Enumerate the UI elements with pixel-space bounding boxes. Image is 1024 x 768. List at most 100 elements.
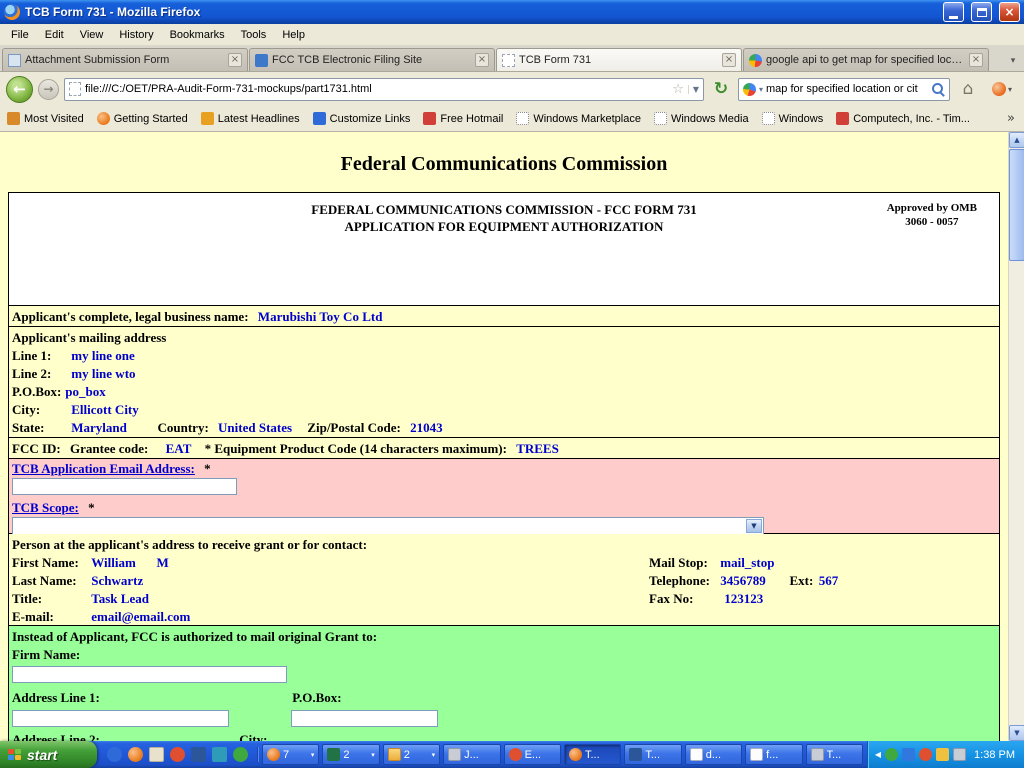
- tray-icon[interactable]: [919, 748, 932, 761]
- internet-explorer-icon[interactable]: [107, 747, 122, 762]
- taskbar-window-button[interactable]: f...: [745, 744, 802, 765]
- bookmark-windows-media[interactable]: Windows Media: [654, 112, 749, 125]
- tcb-scope-select[interactable]: ▼: [12, 517, 764, 535]
- menu-tools[interactable]: Tools: [233, 26, 275, 44]
- tab-bar: Attachment Submission Form × FCC TCB Ele…: [0, 46, 1024, 72]
- taskbar-group-excel[interactable]: 2 ▾: [322, 744, 379, 765]
- search-box[interactable]: ▾: [738, 78, 950, 101]
- word-icon[interactable]: [191, 747, 206, 762]
- forward-button[interactable]: →: [38, 79, 59, 100]
- grant-mailing-heading: Instead of Applicant, FCC is authorized …: [12, 628, 996, 646]
- menu-file[interactable]: File: [3, 26, 37, 44]
- back-button[interactable]: ←: [6, 76, 33, 103]
- start-button[interactable]: start: [0, 741, 97, 768]
- minimize-button[interactable]: [943, 2, 964, 22]
- tray-icon[interactable]: [936, 748, 949, 761]
- grant-pobox-input[interactable]: [291, 710, 438, 727]
- menu-edit[interactable]: Edit: [37, 26, 72, 44]
- taskbar-window-button[interactable]: d...: [685, 744, 742, 765]
- taskbar-window-button[interactable]: T...: [806, 744, 863, 765]
- bookmark-getting-started[interactable]: Getting Started: [97, 112, 188, 125]
- taskbar-window-button[interactable]: T...: [624, 744, 681, 765]
- url-input[interactable]: [85, 83, 668, 95]
- bookmark-windows[interactable]: Windows: [762, 112, 824, 125]
- dropdown-arrow-icon[interactable]: ▼: [746, 519, 762, 533]
- menu-view[interactable]: View: [72, 26, 112, 44]
- menu-history[interactable]: History: [111, 26, 161, 44]
- country-value: United States: [218, 420, 292, 435]
- tab-label: FCC TCB Electronic Filing Site: [272, 54, 471, 66]
- zip-value: 21043: [410, 420, 443, 435]
- history-icon: [7, 112, 20, 125]
- tab-google-api-map[interactable]: google api to get map for specified loca…: [743, 48, 989, 71]
- tab-close-icon[interactable]: ×: [722, 53, 736, 67]
- scrollbar-thumb[interactable]: [1009, 149, 1024, 261]
- tab-list-dropdown-icon[interactable]: ▾: [1004, 51, 1022, 71]
- tab-close-icon[interactable]: ×: [228, 53, 242, 67]
- default-bookmark-icon: [516, 112, 529, 125]
- taskbar-group-browser[interactable]: 7 ▾: [262, 744, 319, 765]
- state-value: Maryland: [71, 419, 154, 437]
- bookmark-most-visited[interactable]: Most Visited: [7, 112, 84, 125]
- home-button[interactable]: ⌂: [955, 76, 981, 102]
- search-input[interactable]: [766, 83, 928, 95]
- search-engine-dropdown-icon[interactable]: ▾: [759, 85, 763, 94]
- bookmark-label: Computech, Inc. - Tim...: [853, 113, 970, 125]
- reload-button[interactable]: ↻: [709, 77, 733, 101]
- contact-right-column: Mail Stop: mail_stop Telephone: 3456789 …: [649, 554, 838, 608]
- taskbar-window-button[interactable]: E...: [504, 744, 561, 765]
- menu-help[interactable]: Help: [274, 26, 313, 44]
- middle-initial-value: M: [157, 555, 169, 570]
- address-line1-input[interactable]: [12, 710, 229, 727]
- tab-close-icon[interactable]: ×: [475, 53, 489, 67]
- bookmarks-overflow-chevron-icon[interactable]: »: [1005, 111, 1017, 126]
- books-icon[interactable]: [170, 747, 185, 762]
- media-player-icon[interactable]: [212, 747, 227, 762]
- tray-icon[interactable]: [902, 748, 915, 761]
- tray-icon[interactable]: [885, 748, 898, 761]
- tab-close-icon[interactable]: ×: [969, 53, 983, 67]
- clock[interactable]: 1:38 PM: [970, 749, 1015, 761]
- tab-tcb-form-731[interactable]: TCB Form 731 ×: [496, 48, 742, 71]
- menu-bookmarks[interactable]: Bookmarks: [162, 26, 233, 44]
- bookmark-customize-links[interactable]: Customize Links: [313, 112, 411, 125]
- fcc-form-731: FEDERAL COMMUNICATIONS COMMISSION - FCC …: [8, 192, 1000, 741]
- taskbar-button-label: T...: [827, 749, 858, 761]
- scroll-down-icon[interactable]: ▼: [1009, 725, 1024, 741]
- hide-icons-chevron-icon[interactable]: ◀: [875, 750, 881, 759]
- firm-name-input[interactable]: [12, 666, 287, 683]
- address-bar[interactable]: ☆ ▼: [64, 78, 704, 101]
- toolbar-extension-button[interactable]: ▾: [986, 77, 1018, 101]
- bookmark-star-icon[interactable]: ☆: [672, 82, 684, 97]
- taskbar-group-folders[interactable]: 2 ▾: [383, 744, 440, 765]
- url-history-dropdown-icon[interactable]: ▼: [688, 85, 699, 94]
- firefox-icon[interactable]: [128, 747, 143, 762]
- tcb-email-input[interactable]: [12, 478, 237, 495]
- tray-icon[interactable]: [953, 748, 966, 761]
- bookmark-latest-headlines[interactable]: Latest Headlines: [201, 112, 300, 125]
- bookmark-windows-marketplace[interactable]: Windows Marketplace: [516, 112, 641, 125]
- line2-value: my line wto: [71, 366, 135, 381]
- address-line1-label: Address Line 1:: [12, 689, 289, 707]
- app-icon: [448, 748, 461, 761]
- tab-favicon-icon: [255, 54, 268, 67]
- fcc-id-section: FCC ID: Grantee code: EAT * Equipment Pr…: [8, 438, 1000, 459]
- scroll-up-icon[interactable]: ▲: [1009, 132, 1024, 148]
- bookmark-computech[interactable]: Computech, Inc. - Tim...: [836, 112, 970, 125]
- tab-fcc-tcb-filing-site[interactable]: FCC TCB Electronic Filing Site ×: [249, 48, 495, 71]
- messenger-icon[interactable]: [233, 747, 248, 762]
- mail-icon[interactable]: [149, 747, 164, 762]
- maximize-button[interactable]: [971, 2, 992, 22]
- title-label: Title:: [12, 590, 82, 608]
- tcb-section: TCB Application Email Address: * TCB Sco…: [8, 459, 1000, 534]
- state-label: State:: [12, 419, 62, 437]
- search-icon[interactable]: [931, 82, 945, 96]
- taskbar-window-button[interactable]: J...: [443, 744, 500, 765]
- close-button[interactable]: ×: [999, 2, 1020, 22]
- firm-name-label: Firm Name:: [12, 646, 996, 664]
- bookmark-free-hotmail[interactable]: Free Hotmail: [423, 112, 503, 125]
- tab-attachment-submission-form[interactable]: Attachment Submission Form ×: [2, 48, 248, 71]
- taskbar-window-button-active[interactable]: T...: [564, 744, 621, 765]
- vertical-scrollbar[interactable]: ▲ ▼: [1008, 132, 1024, 741]
- address-line2-label: Address Line 2:: [12, 731, 236, 741]
